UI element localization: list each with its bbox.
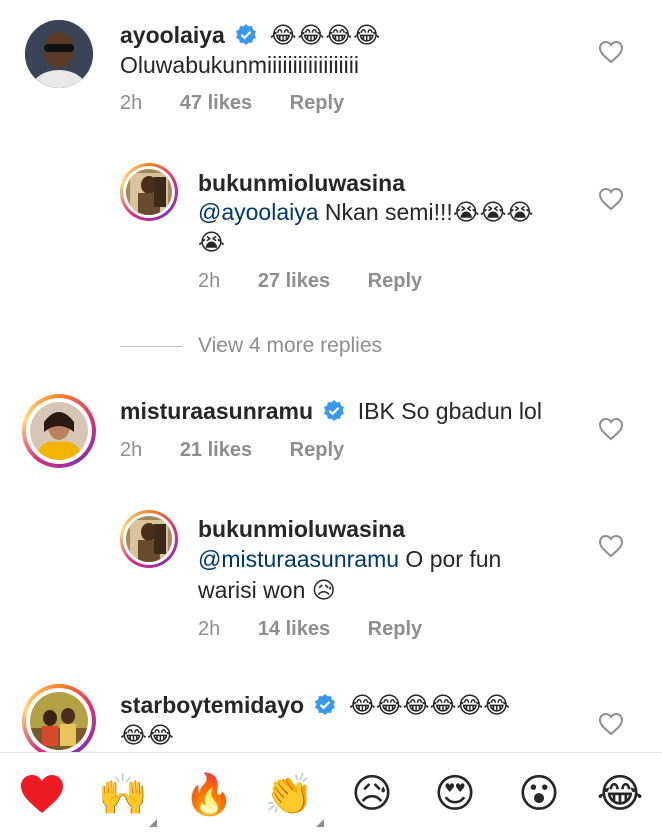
comment-username[interactable]: ayoolaiya	[120, 22, 225, 48]
comment-time: 2h	[120, 439, 143, 461]
comment-likes[interactable]: 27 likes	[258, 270, 330, 292]
comment-username[interactable]: starboytemidayo	[120, 692, 304, 718]
comment-emojis: 😭😭😭	[452, 199, 534, 225]
avatar[interactable]	[22, 684, 96, 758]
comment-likes[interactable]: 14 likes	[258, 618, 330, 640]
emoji-reaction-bar: 🙌 🔥 👏 😥 😍 😮 😂	[0, 752, 662, 836]
comment-emojis: 😂😂😂😂😂😂	[348, 692, 511, 718]
comment-text: IBK So gbadun lol	[357, 398, 542, 424]
avatar[interactable]	[120, 510, 178, 568]
comment-time: 2h	[198, 270, 221, 292]
comment-likes[interactable]: 47 likes	[180, 92, 252, 114]
view-more-label: View 4 more replies	[198, 334, 383, 357]
verified-badge-icon	[314, 693, 336, 715]
comment-emojis: 😂😂😂😂	[269, 22, 382, 48]
comment-text-continued: warisi won	[198, 577, 306, 603]
comment-username[interactable]: bukunmioluwasina	[198, 170, 405, 196]
like-heart-icon[interactable]	[598, 40, 624, 64]
avatar[interactable]	[22, 394, 96, 468]
raised-hands-reaction-button[interactable]: 🙌	[98, 769, 148, 819]
divider-line	[120, 345, 182, 347]
clapping-hands-icon: 👏	[264, 772, 314, 817]
comment-emojis: 😥	[311, 577, 336, 603]
avatar[interactable]	[120, 163, 178, 221]
red-heart-icon	[21, 775, 63, 813]
like-heart-icon[interactable]	[598, 712, 624, 736]
comment-time: 2h	[120, 92, 143, 114]
like-heart-icon[interactable]	[598, 534, 624, 558]
reply-button[interactable]: Reply	[368, 270, 422, 292]
like-heart-icon[interactable]	[598, 417, 624, 441]
reply-button[interactable]: Reply	[290, 92, 344, 114]
clapping-hands-reaction-button[interactable]: 👏	[264, 769, 314, 819]
sad-face-reaction-button[interactable]: 😥	[347, 769, 397, 819]
tears-of-joy-icon: 😂	[596, 772, 644, 816]
verified-badge-icon	[323, 399, 345, 421]
surprised-face-icon: 😮	[518, 772, 560, 816]
mention-link[interactable]: @ayoolaiya	[198, 199, 319, 225]
raised-hands-icon: 🙌	[98, 772, 148, 817]
mention-link[interactable]: @misturaasunramu	[198, 546, 399, 572]
view-more-replies-button[interactable]: View 4 more replies	[120, 331, 382, 361]
fire-icon: 🔥	[184, 772, 234, 817]
fire-reaction-button[interactable]: 🔥	[184, 769, 234, 819]
comment-username[interactable]: misturaasunramu	[120, 398, 313, 424]
comment-likes[interactable]: 21 likes	[180, 439, 252, 461]
comment-username[interactable]: bukunmioluwasina	[198, 516, 405, 542]
sad-relieved-face-icon: 😥	[351, 772, 393, 816]
avatar[interactable]	[25, 20, 93, 88]
tears-of-joy-reaction-button[interactable]: 😂	[595, 769, 645, 819]
comment-text: Nkan semi!!!	[324, 199, 453, 225]
heart-eyes-reaction-button[interactable]: 😍	[430, 769, 480, 819]
reply-button[interactable]: Reply	[290, 439, 344, 461]
like-heart-icon[interactable]	[598, 187, 624, 211]
reply-button[interactable]: Reply	[368, 618, 422, 640]
comment-text: O por fun	[405, 546, 502, 572]
comment-emojis: 😭	[198, 229, 225, 255]
comment-text: Oluwabukunmiiiiiiiiiiiiiiiiii	[120, 52, 359, 78]
heart-reaction-button[interactable]	[17, 769, 67, 819]
comment-time: 2h	[198, 618, 221, 640]
surprised-face-reaction-button[interactable]: 😮	[514, 769, 564, 819]
heart-eyes-face-icon: 😍	[434, 772, 476, 816]
comment-emojis: 😂😂	[120, 722, 174, 748]
verified-badge-icon	[235, 23, 257, 45]
